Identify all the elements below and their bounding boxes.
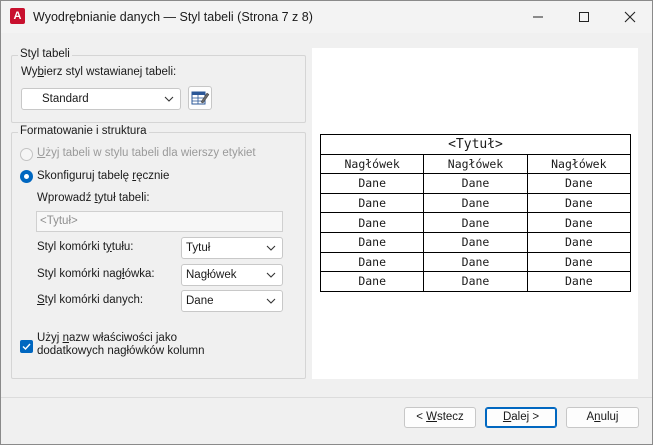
window-title: Wyodrębnianie danych — Styl tabeli (Stro… [33, 10, 313, 24]
preview-data-cell: Dane [319, 231, 425, 253]
preview-data-cell: Dane [423, 212, 528, 233]
manual-config-label: Skonfiguruj tabelę ręcznie [37, 170, 170, 182]
preview-data-row: Dane Dane Dane [319, 173, 632, 194]
formatting-group-label: Formatowanie i struktura [18, 125, 149, 137]
preview-header-row: Nagłówek Nagłówek Nagłówek [319, 153, 632, 175]
checkmark-icon [22, 343, 31, 351]
property-names-checkbox[interactable] [20, 340, 33, 353]
preview-title-row: <Tytuł> [320, 134, 631, 155]
title-bar: A Wyodrębnianie danych — Styl tabeli (St… [1, 1, 652, 33]
header-cell-style-label: Styl komórki nagłówka: [37, 268, 155, 280]
preview-data-cell: Dane [319, 192, 425, 214]
maximize-button[interactable] [561, 1, 607, 33]
minimize-button[interactable] [515, 1, 561, 33]
preview-data-cell: Dane [526, 271, 632, 292]
use-table-style-radio[interactable] [20, 148, 33, 161]
radio-selected-dot [24, 174, 29, 179]
preview-header-cell: Nagłówek [423, 153, 528, 175]
header-cell-style-combo[interactable]: Nagłówek [181, 264, 283, 286]
data-cell-style-label: Styl komórki danych: [37, 294, 144, 306]
header-cell-style-value: Nagłówek [186, 269, 237, 281]
preview-data-cell: Dane [526, 251, 632, 273]
chevron-down-icon [266, 245, 276, 251]
cancel-button[interactable]: Anuluj [566, 407, 639, 428]
use-table-style-label: Użyj tabeli w stylu tabeli dla wierszy e… [37, 147, 256, 159]
table-title-input[interactable]: <Tytuł> [36, 211, 283, 232]
preview-data-cell: Dane [526, 192, 632, 214]
next-button[interactable]: Dalej > [485, 407, 557, 428]
title-cell-style-label: Styl komórki tytułu: [37, 241, 134, 253]
dialog-window: A Wyodrębnianie danych — Styl tabeli (St… [0, 0, 653, 445]
preview-data-cell: Dane [319, 251, 425, 273]
preview-data-cell: Dane [319, 212, 425, 233]
app-icon: A [10, 8, 25, 24]
preview-header-cell: Nagłówek [319, 153, 425, 175]
table-style-group-label: Styl tabeli [18, 48, 72, 60]
preview-data-row: Dane Dane Dane [319, 251, 632, 273]
preview-data-cell: Dane [423, 192, 528, 214]
minimize-icon [533, 16, 543, 18]
title-cell-style-value: Tytuł [186, 242, 211, 254]
preview-data-row: Dane Dane Dane [319, 192, 632, 214]
property-names-label-line1: Użyj nazw właściwości jako [37, 332, 177, 344]
preview-data-cell: Dane [423, 231, 528, 253]
maximize-icon [579, 12, 589, 22]
table-style-combo[interactable]: Standard [21, 88, 181, 110]
preview-data-cell: Dane [423, 271, 528, 292]
table-style-value: Standard [42, 93, 89, 105]
table-title-label: Wprowadź tytuł tabeli: [37, 192, 150, 204]
property-names-label-line2: dodatkowych nagłówków kolumn [37, 345, 205, 357]
data-cell-style-value: Dane [186, 295, 214, 307]
chevron-down-icon [266, 298, 276, 304]
chevron-down-icon [164, 96, 174, 102]
manual-config-radio[interactable] [20, 170, 33, 183]
preview-data-row: Dane Dane Dane [319, 271, 632, 292]
preview-table: <Tytuł> Nagłówek Nagłówek Nagłówek Dane D… [319, 134, 632, 292]
back-button[interactable]: < Wstecz [404, 407, 476, 428]
title-cell-style-combo[interactable]: Tytuł [181, 237, 283, 259]
close-icon [624, 11, 636, 23]
preview-data-row: Dane Dane Dane [319, 231, 632, 253]
close-button[interactable] [607, 1, 653, 33]
chevron-down-icon [266, 272, 276, 278]
preview-data-cell: Dane [319, 271, 425, 292]
preview-header-cell: Nagłówek [526, 153, 632, 175]
data-cell-style-combo[interactable]: Dane [181, 290, 283, 312]
preview-data-cell: Dane [526, 212, 632, 233]
preview-data-cell: Dane [526, 173, 632, 194]
preview-data-row: Dane Dane Dane [319, 212, 632, 233]
table-style-edit-icon [191, 91, 210, 105]
table-style-edit-button[interactable] [188, 86, 212, 110]
preview-data-cell: Dane [423, 173, 528, 194]
preview-data-cell: Dane [319, 173, 425, 194]
preview-data-cell: Dane [423, 251, 528, 273]
preview-data-cell: Dane [526, 231, 632, 253]
footer-divider [1, 397, 652, 398]
table-style-select-label: Wybierz styl wstawianej tabeli: [21, 66, 177, 78]
preview-title-cell: <Tytuł> [320, 134, 631, 155]
table-title-placeholder: <Tytuł> [40, 215, 78, 227]
table-preview-pane: <Tytuł> Nagłówek Nagłówek Nagłówek Dane D… [312, 48, 638, 379]
